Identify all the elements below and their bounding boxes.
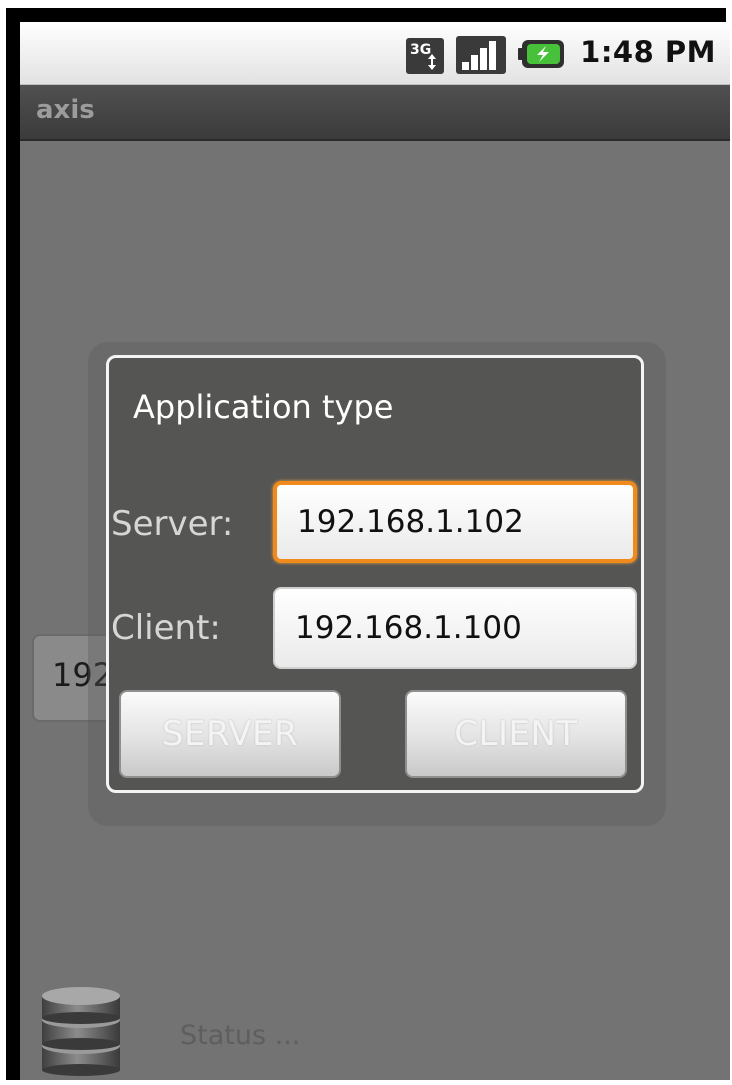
database-icon	[42, 987, 120, 1076]
application-type-dialog: Application type Server: Client: SERVER …	[106, 355, 644, 793]
screen: 3G 1:48 PM axis Status ... Application t…	[20, 22, 730, 1080]
signal-strength-icon	[456, 36, 506, 74]
client-ip-input[interactable]	[273, 587, 637, 669]
server-label: Server:	[111, 504, 234, 544]
server-button[interactable]: SERVER	[119, 690, 341, 778]
server-ip-input[interactable]	[273, 481, 637, 563]
status-label: Status ...	[180, 1020, 301, 1051]
clock: 1:48 PM	[580, 35, 716, 69]
network-badge: 3G	[410, 42, 431, 58]
status-bar: 3G 1:48 PM	[20, 22, 730, 85]
device-frame: 3G 1:48 PM axis Status ... Application t…	[6, 8, 730, 1080]
dialog-title: Application type	[133, 388, 394, 426]
app-title: axis	[36, 95, 95, 125]
battery-charging-icon	[518, 40, 564, 68]
client-button[interactable]: CLIENT	[405, 690, 627, 778]
network-3g-icon: 3G	[406, 38, 444, 74]
title-bar: axis	[20, 85, 730, 141]
client-label: Client:	[111, 608, 221, 648]
